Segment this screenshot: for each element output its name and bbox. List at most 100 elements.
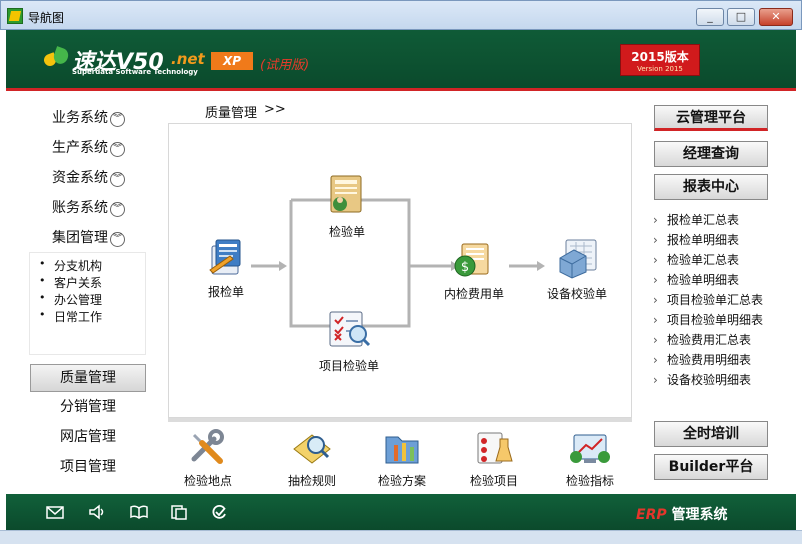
menu-label: 生产系统 (52, 140, 108, 156)
report-link[interactable]: › 检验单明细表 (653, 271, 739, 288)
tool-label: 检验指标 (565, 474, 614, 488)
menu-accounts-system[interactable]: 账务系统 ︾ (52, 198, 125, 218)
report-link-label: 报检单汇总表 (667, 213, 740, 227)
tool-inspection-items[interactable]: 检验项目 (464, 429, 524, 489)
version-badge: 2015版本 Version 2015 (620, 44, 700, 76)
tool-inspection-plan[interactable]: 检验方案 (372, 429, 432, 489)
module-quality[interactable]: 质量管理 (30, 364, 146, 392)
report-center-button[interactable]: 报表中心 (654, 174, 768, 200)
node-inspection-request[interactable]: 报检单 (203, 236, 249, 300)
report-link[interactable]: › 检验费用明细表 (653, 351, 751, 368)
mail-icon[interactable] (46, 504, 64, 520)
magnifier-folder-icon (293, 434, 331, 464)
menu-label: 业务系统 (52, 110, 108, 126)
report-link[interactable]: › 设备校验明细表 (653, 371, 751, 388)
menu-label: 账务系统 (52, 200, 108, 216)
logo-subtitle: Superdata Software Technology (72, 68, 198, 76)
footer-brand-label: 管理系统 (671, 507, 728, 523)
tool-label: 检验项目 (469, 474, 518, 488)
book-icon[interactable] (130, 504, 148, 520)
chevron-right-icon: › (653, 333, 658, 347)
tool-label: 检验地点 (183, 474, 232, 488)
close-button[interactable]: ✕ (759, 8, 793, 26)
report-link[interactable]: › 项目检验单明细表 (653, 311, 763, 328)
logo-net: .net (171, 50, 205, 68)
refresh-check-icon[interactable] (210, 504, 228, 520)
project-inspection-icon (329, 311, 371, 347)
documents-icon[interactable] (170, 504, 188, 520)
header-banner: 速达V50 .net Superdata Software Technology… (6, 30, 796, 91)
menu-business-system[interactable]: 业务系统 ︾ (52, 108, 125, 128)
tool-label: 抽检规则 (287, 474, 336, 488)
chevron-right-icon: › (653, 253, 658, 267)
report-link-label: 报检单明细表 (667, 233, 740, 247)
flow-canvas: 报检单 检验单 项目检验单 $ 内检费用单 设备校验单 (168, 123, 632, 418)
chevron-right-icon: › (653, 313, 658, 327)
manager-query-button[interactable]: 经理查询 (654, 141, 768, 167)
chevron-down-icon: ︾ (110, 142, 125, 157)
report-link[interactable]: › 项目检验单汇总表 (653, 291, 763, 308)
node-label: 报检单 (207, 285, 244, 299)
training-button[interactable]: 全时培训 (654, 421, 768, 447)
menu-label: 资金系统 (52, 170, 108, 186)
tool-sampling-rules[interactable]: 抽检规则 (282, 429, 342, 489)
erp-label: ERP (636, 507, 667, 523)
chevron-down-icon: ︾ (110, 112, 125, 127)
folder-tools-icon (385, 436, 419, 464)
node-label: 设备校验单 (546, 287, 607, 301)
superdata-logo-icon (44, 48, 70, 68)
module-online-store[interactable]: 网店管理 (30, 424, 146, 452)
node-project-inspection[interactable]: 项目检验单 (313, 308, 385, 374)
report-link-label: 检验单汇总表 (667, 253, 740, 267)
module-distribution[interactable]: 分销管理 (30, 394, 146, 422)
window-title: 导航图 (28, 11, 65, 25)
maximize-button[interactable]: □ (727, 8, 755, 26)
left-menu: 业务系统︾ 生产系统︾ 资金系统︾ 账务系统︾ 集团管理︾ 分支机构 客户关系 … (6, 94, 166, 494)
menu-group-management[interactable]: 集团管理 ︾ (52, 228, 125, 248)
cloud-platform-button[interactable]: 云管理平台 (654, 105, 768, 131)
xp-badge: XP (211, 52, 253, 70)
inspection-form-icon (330, 175, 362, 213)
node-label: 项目检验单 (318, 359, 379, 373)
monitor-chart-icon (570, 434, 610, 463)
report-link[interactable]: › 检验单汇总表 (653, 251, 739, 268)
wrench-screwdriver-icon (191, 429, 224, 464)
footer-bar: ERP 管理系统 (6, 494, 796, 530)
node-internal-fee[interactable]: $ 内检费用单 (441, 238, 507, 302)
submenu-branch[interactable]: 分支机构 (39, 257, 102, 274)
report-link-label: 设备校验明细表 (667, 373, 752, 387)
footer-brand: ERP 管理系统 (636, 504, 727, 524)
report-link-label: 检验费用汇总表 (667, 333, 752, 347)
report-link-label: 项目检验单明细表 (667, 313, 764, 327)
canvas-divider (168, 418, 632, 422)
tool-inspection-indicators[interactable]: 检验指标 (560, 429, 620, 489)
report-link[interactable]: › 报检单明细表 (653, 231, 739, 248)
submenu-office[interactable]: 办公管理 (39, 291, 102, 308)
trial-label: (试用版) (260, 58, 310, 73)
minimize-button[interactable]: _ (696, 8, 724, 26)
builder-platform-button[interactable]: Builder平台 (654, 454, 768, 480)
chevron-right-icon: › (653, 293, 658, 307)
chevron-right-icon: › (653, 233, 658, 247)
node-inspection-form[interactable]: 检验单 (319, 172, 375, 240)
speaker-icon[interactable] (88, 504, 106, 520)
submenu-crm[interactable]: 客户关系 (39, 274, 102, 291)
module-project[interactable]: 项目管理 (30, 454, 146, 482)
menu-label: 集团管理 (52, 230, 108, 246)
window-titlebar: 导航图 _ □ ✕ (0, 0, 802, 30)
report-link-label: 项目检验单汇总表 (667, 293, 764, 307)
submenu-daily-work[interactable]: 日常工作 (39, 308, 102, 325)
node-equipment-calibration[interactable]: 设备校验单 (545, 236, 609, 302)
inspection-request-icon (209, 239, 241, 275)
report-link[interactable]: › 报检单汇总表 (653, 211, 739, 228)
report-link[interactable]: › 检验费用汇总表 (653, 331, 751, 348)
report-link-label: 检验费用明细表 (667, 353, 752, 367)
chevron-right-icon: › (653, 273, 658, 287)
status-bar (0, 530, 802, 544)
menu-funds-system[interactable]: 资金系统 ︾ (52, 168, 125, 188)
chevron-down-icon: ︾ (110, 202, 125, 217)
equipment-calibration-icon (559, 239, 597, 279)
tool-inspection-location[interactable]: 检验地点 (178, 429, 238, 489)
tool-label: 检验方案 (377, 474, 426, 488)
menu-production-system[interactable]: 生产系统 ︾ (52, 138, 125, 158)
